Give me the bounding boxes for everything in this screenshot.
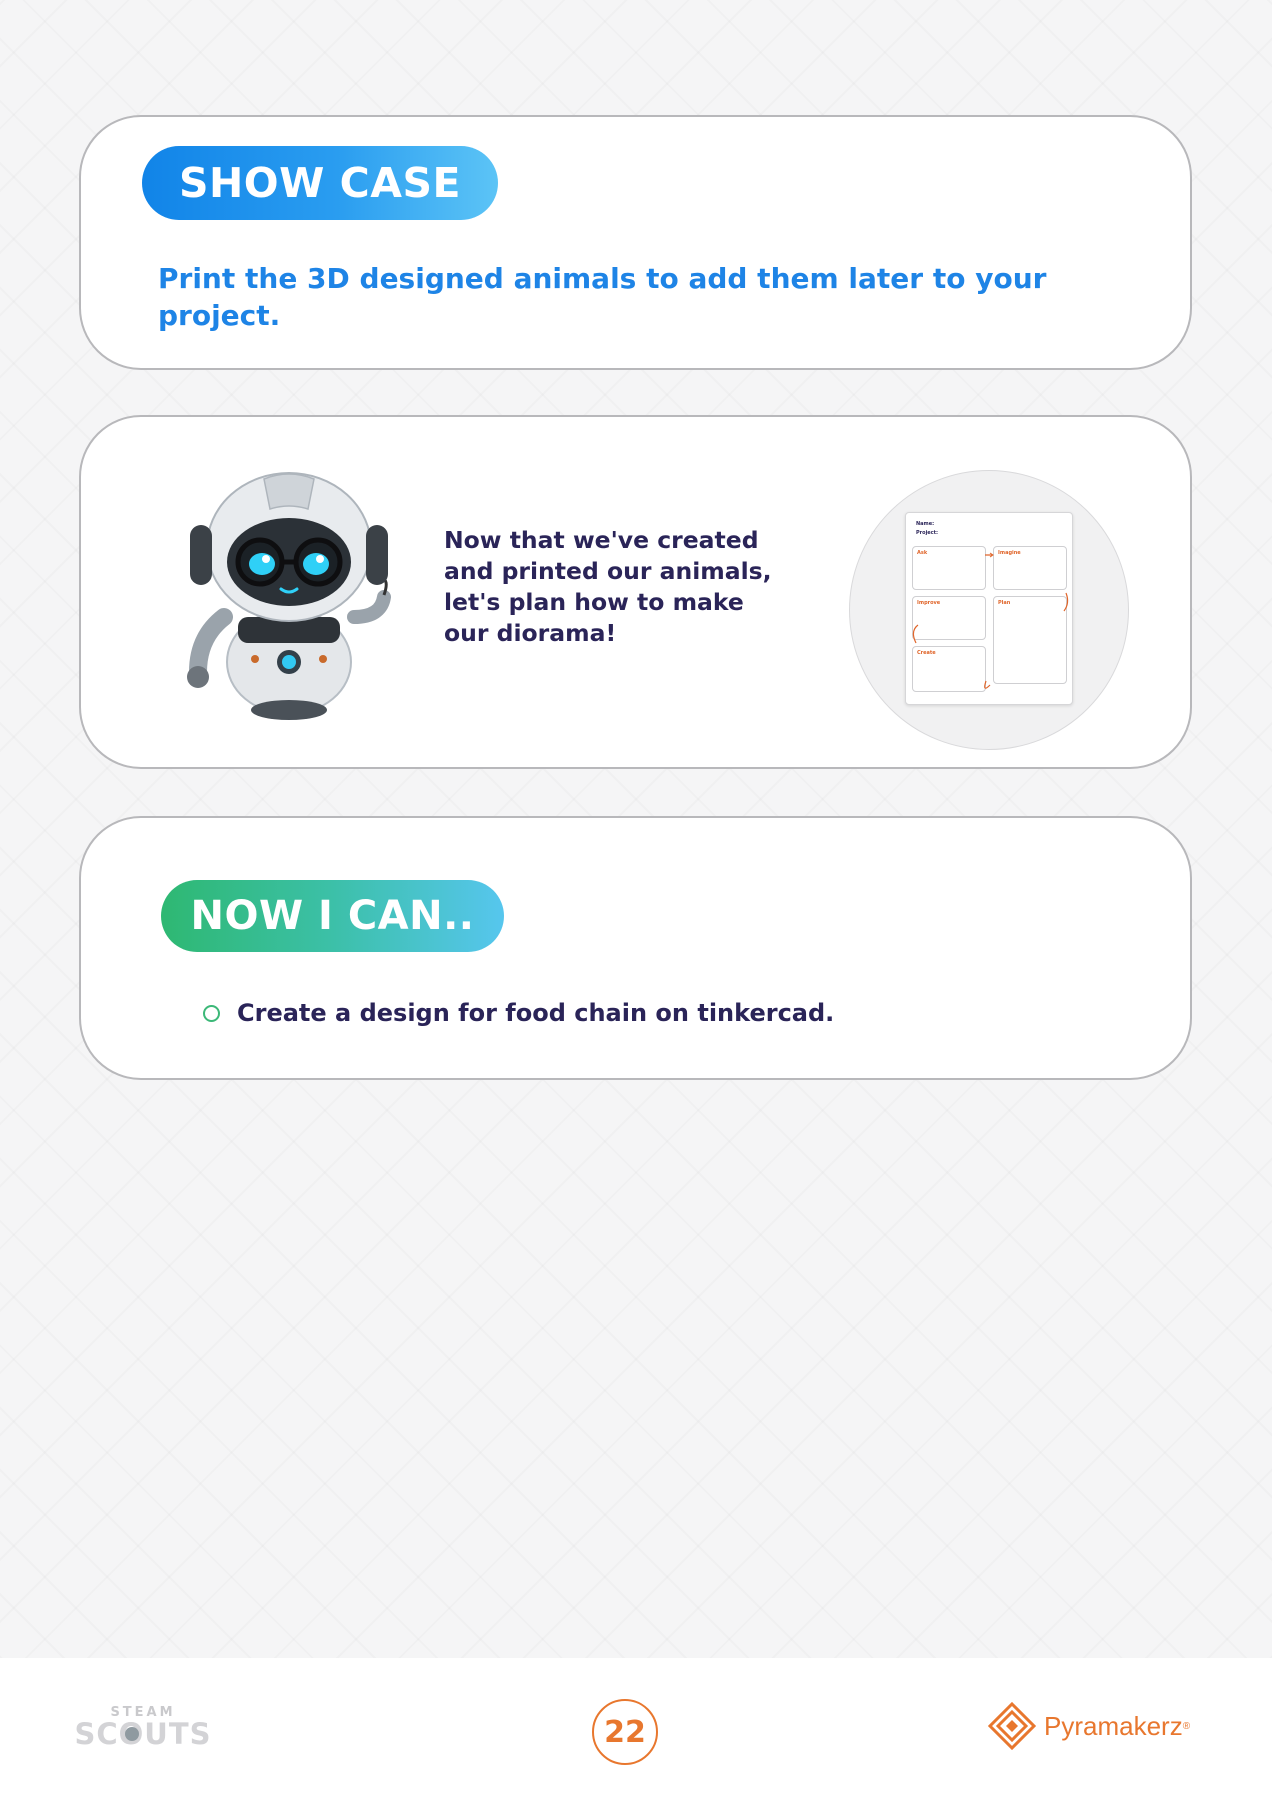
page-footer: STEAM SCOUTS 22 Pyramakerz ® xyxy=(0,1658,1272,1800)
showcase-text: Print the 3D designed animals to add the… xyxy=(158,262,1047,332)
showcase-card: SHOW CASE Print the 3D designed animals … xyxy=(79,115,1192,370)
worksheet-arrows xyxy=(912,552,1069,689)
now-i-can-item[interactable]: Create a design for food chain on tinker… xyxy=(203,999,834,1027)
svg-text:SCOUTS: SCOUTS xyxy=(74,1717,211,1751)
registered-mark: ® xyxy=(1182,1720,1191,1732)
steam-scouts-logo: STEAM SCOUTS xyxy=(74,1705,211,1751)
plan-text: Now that we've created and printed our a… xyxy=(444,526,772,647)
worksheet-page: Name: Project: Ask Imagine Improve Plan … xyxy=(905,512,1073,705)
pyramakerz-diamond-icon xyxy=(988,1702,1036,1750)
now-i-can-card: NOW I CAN.. Create a design for food cha… xyxy=(79,816,1192,1080)
plan-card: Now that we've created and printed our a… xyxy=(79,415,1192,769)
now-i-can-heading: NOW I CAN.. xyxy=(161,880,504,952)
now-i-can-item-text: Create a design for food chain on tinker… xyxy=(237,999,835,1027)
robot-illustration xyxy=(187,472,391,720)
showcase-heading: SHOW CASE xyxy=(142,146,498,220)
pyramakerz-wordmark: Pyramakerz xyxy=(1044,1710,1183,1741)
page-number: 22 xyxy=(592,1699,658,1765)
pyramakerz-logo: Pyramakerz ® xyxy=(988,1702,1190,1750)
plan-worksheet-thumbnail: Name: Project: Ask Imagine Improve Plan … xyxy=(849,470,1129,750)
checkbox-circle-icon[interactable] xyxy=(203,1004,220,1022)
